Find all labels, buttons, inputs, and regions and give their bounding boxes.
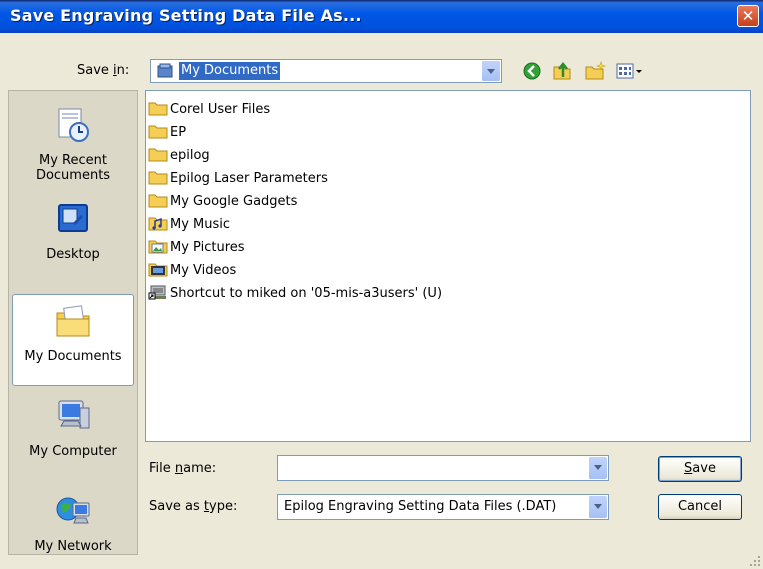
pictures-folder-icon [148, 240, 168, 254]
places-bar: My Recent Documents Desktop My Documents [8, 90, 138, 555]
chevron-down-icon[interactable] [481, 61, 500, 81]
place-my-computer[interactable]: My Computer [12, 396, 134, 459]
list-item[interactable]: EP [148, 122, 186, 144]
my-documents-small-icon [157, 63, 173, 78]
place-label: My Network [34, 539, 112, 554]
place-label: Documents [35, 168, 111, 183]
file-name-combo[interactable] [277, 455, 609, 481]
file-name-input[interactable] [280, 458, 584, 478]
place-label: My Computer [29, 444, 117, 459]
chevron-down-icon[interactable] [588, 496, 607, 518]
chevron-down-icon[interactable] [588, 457, 607, 479]
my-documents-icon [56, 305, 90, 337]
list-item[interactable]: Corel User Files [148, 99, 270, 121]
list-item[interactable]: My Videos [148, 260, 236, 282]
list-item[interactable]: My Music [148, 214, 230, 236]
folder-icon [148, 125, 168, 139]
list-item[interactable]: Shortcut to miked on '05-mis-a3users' (U… [148, 283, 442, 305]
save-as-type-dropdown[interactable]: Epilog Engraving Setting Data Files (.DA… [277, 494, 609, 520]
save-in-value: My Documents [179, 62, 281, 80]
place-my-recent-documents[interactable]: My Recent Documents [12, 105, 134, 183]
close-button[interactable]: ✕ [737, 5, 759, 27]
folder-icon [148, 171, 168, 185]
cancel-button[interactable]: Cancel [658, 494, 742, 520]
save-as-type-label: Save as type: [149, 499, 238, 514]
file-list[interactable]: Corel User Files EP epilog Epilog Laser … [145, 90, 751, 442]
my-network-icon [56, 497, 90, 524]
place-label: My Documents [24, 349, 122, 364]
videos-folder-icon [148, 263, 168, 277]
recent-documents-icon [58, 108, 89, 142]
list-item[interactable]: epilog [148, 145, 210, 167]
list-item[interactable]: My Google Gadgets [148, 191, 297, 213]
place-label: My Recent [39, 153, 107, 168]
music-folder-icon [148, 217, 168, 231]
save-as-type-value: Epilog Engraving Setting Data Files (.DA… [284, 499, 557, 514]
new-folder-icon[interactable] [584, 60, 606, 82]
back-icon[interactable] [521, 60, 543, 82]
place-my-network[interactable]: My Network [12, 491, 134, 554]
folder-icon [148, 148, 168, 162]
save-in-dropdown[interactable]: My Documents [150, 59, 502, 83]
list-item[interactable]: My Pictures [148, 237, 245, 259]
place-label: Desktop [46, 247, 100, 262]
folder-icon [148, 102, 168, 116]
save-dialog: Save Engraving Setting Data File As... ✕… [0, 0, 763, 569]
network-shortcut-icon [148, 285, 166, 300]
desktop-icon [58, 204, 88, 232]
up-folder-icon[interactable] [551, 59, 573, 81]
folder-icon [148, 194, 168, 208]
resize-grip-icon[interactable] [749, 555, 761, 567]
save-button[interactable]: Save [658, 456, 742, 482]
save-in-label: Save in: [77, 63, 130, 78]
window-title: Save Engraving Setting Data File As... [10, 6, 362, 25]
title-bar: Save Engraving Setting Data File As... ✕ [0, 0, 763, 33]
place-my-documents[interactable]: My Documents [12, 294, 134, 386]
close-icon: ✕ [741, 7, 755, 25]
my-computer-icon [58, 400, 90, 429]
file-name-label: File name: [149, 461, 217, 476]
list-item[interactable]: Epilog Laser Parameters [148, 168, 328, 190]
place-desktop[interactable]: Desktop [12, 199, 134, 262]
views-menu-icon[interactable] [615, 60, 647, 82]
